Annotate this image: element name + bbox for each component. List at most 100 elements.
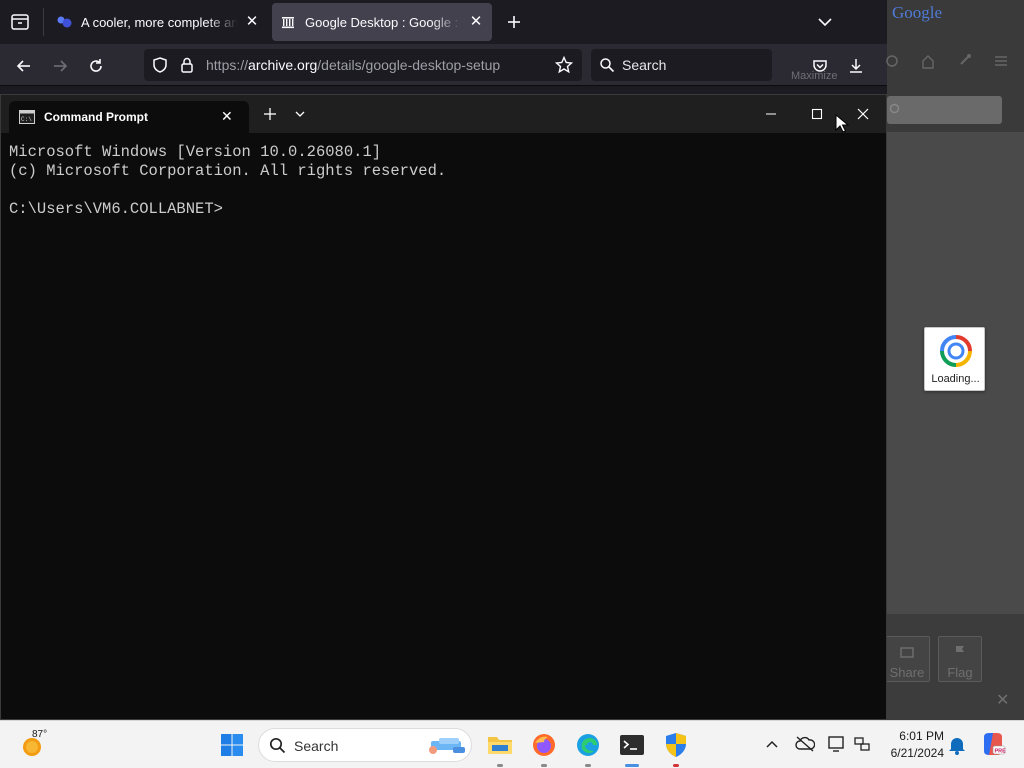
home-icon[interactable] [921,54,935,70]
brand-logo-icon [57,16,72,28]
command-prompt-icon: C:\ [19,110,35,124]
network-button[interactable] [852,735,872,753]
address-bar[interactable]: https://archive.org/details/google-deskt… [144,49,582,81]
tab-google-desktop[interactable]: Google Desktop : Google : Free ✕ [272,3,492,41]
lock-icon[interactable] [179,56,195,74]
reload-button[interactable] [82,52,110,80]
running-indicator [541,764,547,767]
start-button[interactable] [216,729,248,761]
back-button[interactable] [10,52,38,80]
maximize-icon [811,108,823,120]
list-all-tabs-button[interactable] [815,12,835,32]
sidebar-toolbar [885,46,1024,76]
terminal-prompt: C:\Users\VM6.COLLABNET> [9,200,223,218]
share-button[interactable]: Share [884,636,930,682]
downloads-button[interactable] [842,52,870,80]
plus-icon [508,16,520,28]
search-bar[interactable]: Search [591,49,772,81]
star-icon[interactable] [555,56,573,74]
running-indicator [497,764,503,767]
edge-icon [577,734,599,756]
minimize-icon [766,113,776,115]
terminal-window[interactable]: C:\ Command Prompt ✕ Microsoft Windows [… [0,94,887,720]
edge-button[interactable] [572,729,604,767]
search-placeholder: Search [622,57,667,73]
close-icon[interactable]: ✕ [996,690,1009,710]
windows-logo-icon [221,734,243,756]
chevron-down-icon [818,18,832,27]
copilot-icon: PRE [984,733,1006,755]
tab-title: Command Prompt [44,110,149,124]
clock-date[interactable]: 6/21/2024 [874,746,944,760]
weather-widget[interactable]: 87° [18,729,78,761]
new-tab-button[interactable] [504,12,524,32]
folder-icon [488,737,512,754]
terminal-line: Microsoft Windows [Version 10.0.26080.1] [9,143,382,161]
security-button[interactable] [660,729,692,767]
clock-time[interactable]: 6:01 PM [884,729,944,743]
gadget-icon[interactable] [957,52,973,68]
sidebar-search-box[interactable] [887,96,1002,124]
url-text[interactable]: https://archive.org/details/google-deskt… [206,57,500,73]
taskbar: 87° Search 6:01 PM 6/21/2024 PRE [0,720,1024,768]
show-hidden-icons-button[interactable] [764,736,780,752]
running-indicator [625,764,639,767]
copilot-button[interactable]: PRE [980,731,1006,757]
tab-title: Google Desktop : Google : Free [305,14,462,30]
url-scheme: https:// [206,57,249,73]
browser-tab-strip: A cooler, more complete and a ✕ Google D… [0,0,887,44]
arrow-right-icon [54,60,68,72]
monitor-icon [828,736,844,752]
file-explorer-button[interactable] [484,729,516,767]
notification-button[interactable] [948,735,966,755]
search-icon [889,103,900,114]
taskbar-search-placeholder: Search [294,738,339,754]
close-icon [857,108,869,120]
display-button[interactable] [827,735,847,753]
shield-icon [666,733,686,757]
maximize-button[interactable] [794,95,840,133]
reload-icon [90,59,102,72]
flag-icon [956,646,964,659]
mouse-cursor-icon [835,114,849,133]
close-tab-icon[interactable]: ✕ [221,108,233,125]
running-indicator [673,764,679,767]
url-path: /details/google-desktop-setup [317,57,501,73]
shield-icon[interactable] [151,56,169,74]
taskbar-search[interactable]: Search [258,728,472,762]
menu-icon[interactable] [993,54,1009,68]
onedrive-button[interactable] [795,735,815,753]
tab-separator [43,8,44,36]
close-tab-icon[interactable]: ✕ [244,14,260,30]
refresh-icon[interactable] [885,54,899,68]
firefox-button[interactable] [528,729,560,767]
terminal-title-bar[interactable]: C:\ Command Prompt ✕ [1,95,886,133]
cloud-offline-icon [795,736,815,752]
maximize-tooltip: Maximize [791,70,838,82]
loading-indicator: Loading... [924,327,985,391]
terminal-line: (c) Microsoft Corporation. All rights re… [9,162,447,180]
search-icon [600,58,615,73]
terminal-button[interactable] [616,729,648,767]
profile-dropdown-button[interactable] [294,110,306,118]
plus-icon [264,108,276,120]
tab-list-button[interactable] [8,11,32,33]
weather-temperature: 87° [32,729,48,740]
flag-button[interactable]: Flag [938,636,982,682]
arrow-left-icon [16,60,30,72]
minimize-button[interactable] [748,95,794,133]
new-tab-button[interactable] [263,107,277,121]
close-tab-icon[interactable]: ✕ [468,14,484,30]
terminal-output[interactable]: Microsoft Windows [Version 10.0.26080.1]… [9,143,446,219]
share-label: Share [889,665,925,680]
tab-cooler[interactable]: A cooler, more complete and a ✕ [48,3,268,41]
forward-button[interactable] [46,52,74,80]
bell-icon [949,738,965,755]
terminal-icon [620,735,644,755]
sidebar-header: Google [885,0,1024,132]
search-highlight-icon [429,738,465,754]
tab-list-icon [11,14,29,30]
search-icon [269,737,286,754]
tab-command-prompt[interactable]: C:\ Command Prompt ✕ [9,101,249,133]
